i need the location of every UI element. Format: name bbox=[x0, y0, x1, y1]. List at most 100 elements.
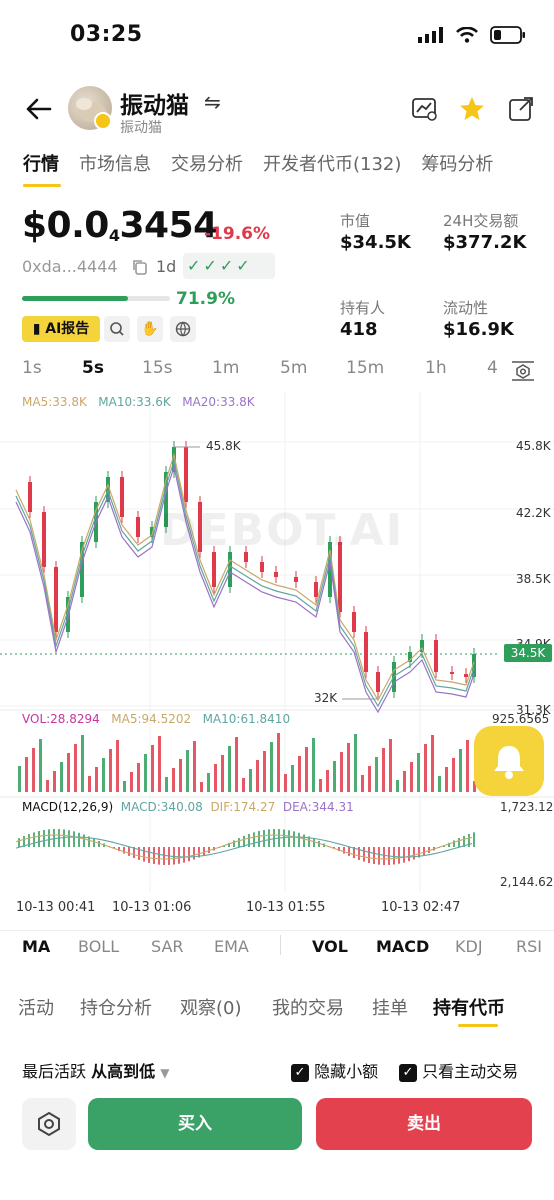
search-icon[interactable] bbox=[104, 316, 130, 342]
chart-watch-icon[interactable] bbox=[410, 94, 440, 124]
interval-1s[interactable]: 1s bbox=[22, 358, 42, 378]
ai-report-label: AI报告 bbox=[45, 321, 90, 337]
macd-bar bbox=[368, 847, 370, 863]
subtab-my-trades[interactable]: 我的交易 bbox=[272, 994, 344, 1020]
volume-bar bbox=[200, 782, 203, 792]
volume-bar bbox=[158, 736, 161, 792]
indicator-ma[interactable]: MA bbox=[22, 937, 50, 956]
high-label: 45.8K bbox=[206, 439, 241, 453]
candlestick-chart[interactable] bbox=[0, 392, 554, 922]
wifi-icon bbox=[456, 27, 478, 43]
dea-value: DEA:344.31 bbox=[282, 800, 354, 814]
tab-chip-analysis[interactable]: 筹码分析 bbox=[411, 150, 503, 190]
volume-bar bbox=[221, 755, 224, 792]
volume-bar bbox=[333, 761, 336, 792]
stat-value-holders: 418 bbox=[340, 319, 378, 340]
interval-15m[interactable]: 15m bbox=[346, 358, 384, 378]
interval-15s[interactable]: 15s bbox=[142, 358, 173, 378]
macd-bar bbox=[373, 847, 375, 864]
favorite-star-icon[interactable] bbox=[457, 94, 487, 124]
volume-bar bbox=[235, 737, 238, 792]
subtab-holders[interactable]: 持有代币 bbox=[433, 994, 505, 1020]
subtab-activity[interactable]: 活动 bbox=[18, 994, 54, 1020]
subtab-holdings-analysis[interactable]: 持仓分析 bbox=[80, 994, 152, 1020]
candle-body bbox=[136, 517, 140, 537]
indicator-row: MA BOLL SAR EMA VOL MACD KDJ RSI bbox=[0, 930, 554, 960]
sort-dropdown[interactable]: 最后活跃 从高到低 ▼ bbox=[22, 1058, 169, 1082]
ai-report-button[interactable]: ▮ AI报告 bbox=[22, 316, 100, 342]
stat-value-liquidity: $16.9K bbox=[443, 319, 514, 340]
interval-1m[interactable]: 1m bbox=[212, 358, 239, 378]
macd-bar bbox=[408, 847, 410, 862]
interval-4h[interactable]: 4 bbox=[487, 358, 498, 378]
volume-bar bbox=[242, 778, 245, 792]
interval-5m[interactable]: 5m bbox=[280, 358, 307, 378]
ma10-line bbox=[15, 458, 475, 708]
checkbox-checked-icon: ✓ bbox=[399, 1063, 417, 1082]
subtab-orders[interactable]: 挂单 bbox=[372, 994, 408, 1020]
volume-bar bbox=[368, 766, 371, 792]
macd-bar bbox=[148, 847, 150, 863]
hand-wave-icon[interactable]: ✋ bbox=[137, 316, 163, 342]
back-arrow-icon[interactable] bbox=[22, 92, 56, 126]
volume-bar bbox=[25, 757, 28, 792]
indicator-rsi[interactable]: RSI bbox=[516, 937, 542, 956]
hide-small-label: 隐藏小额 bbox=[314, 1062, 379, 1081]
macd-bar bbox=[173, 847, 175, 865]
candle-body bbox=[28, 482, 32, 512]
macd-value: MACD:340.08 bbox=[120, 800, 203, 814]
indicator-boll[interactable]: BOLL bbox=[78, 937, 119, 956]
indicator-macd[interactable]: MACD bbox=[376, 937, 429, 956]
volume-bar bbox=[312, 738, 315, 792]
price-axis-1: 45.8K bbox=[516, 439, 551, 453]
swap-icon[interactable]: ⇋ bbox=[204, 90, 221, 114]
price-alert-button[interactable] bbox=[474, 726, 544, 796]
buy-button[interactable]: 买入 bbox=[88, 1098, 302, 1150]
indicator-kdj[interactable]: KDJ bbox=[455, 937, 483, 956]
volume-bar bbox=[144, 754, 147, 792]
subtab-watch[interactable]: 观察(0) bbox=[180, 994, 242, 1020]
interval-selector: 1s 5s 15s 1m 5m 15m 1h 4 bbox=[0, 358, 554, 386]
candle-body bbox=[54, 567, 58, 632]
tab-dev-tokens[interactable]: 开发者代币(132) bbox=[253, 150, 411, 190]
active-only-toggle[interactable]: ✓ 只看主动交易 bbox=[399, 1058, 518, 1082]
contract-address[interactable]: 0xda...4444 bbox=[22, 257, 118, 276]
volume-bar bbox=[284, 774, 287, 792]
indicator-vol[interactable]: VOL bbox=[312, 937, 348, 956]
current-price-tag: 34.5K bbox=[504, 644, 552, 662]
volume-bar bbox=[291, 765, 294, 792]
macd-bar bbox=[153, 847, 155, 864]
trade-settings-button[interactable] bbox=[22, 1098, 76, 1150]
sub-tabs: 活动 持仓分析 观察(0) 我的交易 挂单 持有代币 bbox=[0, 990, 554, 1024]
globe-icon[interactable] bbox=[170, 316, 196, 342]
tab-market-info[interactable]: 市场信息 bbox=[69, 150, 161, 190]
tab-trade-analysis[interactable]: 交易分析 bbox=[161, 150, 253, 190]
macd-bar bbox=[293, 831, 295, 847]
share-icon[interactable] bbox=[506, 94, 536, 124]
interval-5s[interactable]: 5s bbox=[82, 358, 104, 378]
copy-icon[interactable] bbox=[131, 258, 149, 276]
macd-bar bbox=[298, 832, 300, 847]
hide-small-toggle[interactable]: ✓ 隐藏小额 bbox=[291, 1058, 378, 1082]
volume-bar bbox=[249, 769, 252, 792]
indicator-sar[interactable]: SAR bbox=[151, 937, 184, 956]
volume-bar bbox=[277, 733, 280, 792]
macd-name: MACD(12,26,9) bbox=[22, 800, 114, 814]
interval-1h[interactable]: 1h bbox=[425, 358, 447, 378]
chart-settings-icon[interactable] bbox=[510, 358, 536, 384]
volume-bar bbox=[123, 781, 126, 792]
macd-bar bbox=[73, 831, 75, 847]
sell-button[interactable]: 卖出 bbox=[316, 1098, 532, 1150]
security-checks[interactable]: ✓✓✓✓ bbox=[183, 253, 275, 279]
time-label-4: 10-13 02:47 bbox=[381, 900, 461, 915]
macd-bar bbox=[383, 847, 385, 865]
macd-bar bbox=[93, 838, 95, 847]
volume-bar bbox=[375, 757, 378, 792]
candle-body bbox=[352, 612, 356, 632]
macd-bar bbox=[343, 847, 345, 854]
indicator-ema[interactable]: EMA bbox=[214, 937, 249, 956]
macd-bar bbox=[33, 832, 35, 847]
chevron-down-icon: ▼ bbox=[160, 1066, 170, 1080]
volume-bar bbox=[214, 764, 217, 792]
candle-body bbox=[364, 632, 368, 672]
